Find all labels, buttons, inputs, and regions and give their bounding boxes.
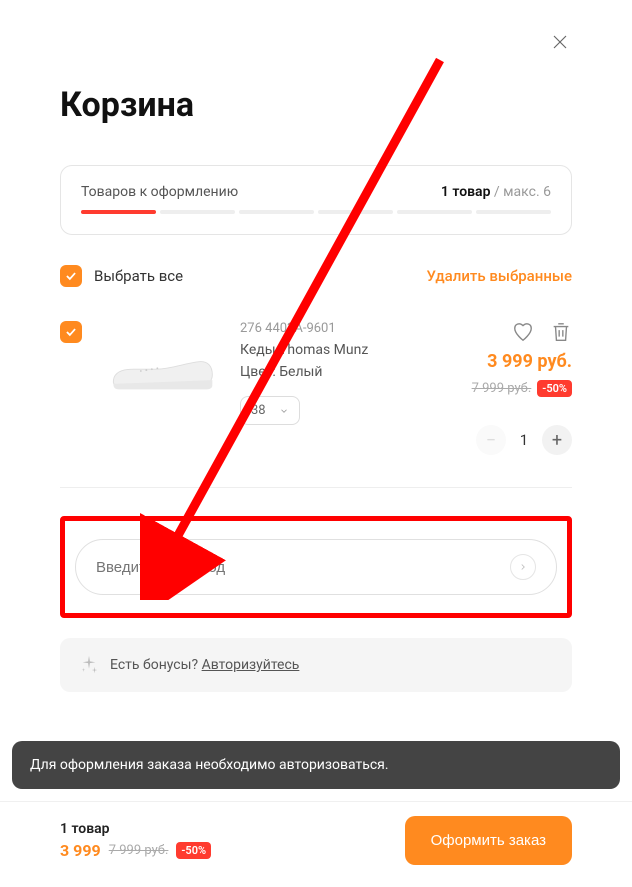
toast-message: Для оформления заказа необходимо авториз…	[30, 757, 389, 773]
promo-input[interactable]	[96, 559, 510, 576]
checkout-button[interactable]: Оформить заказ	[405, 816, 572, 865]
auth-toast: Для оформления заказа необходимо авториз…	[12, 741, 620, 789]
item-checkbox[interactable]	[60, 321, 82, 343]
chevron-down-icon	[279, 406, 289, 416]
page-title: Корзина	[60, 85, 572, 125]
progress-max: / макс. 6	[490, 184, 551, 200]
bonus-text: Есть бонусы?	[110, 657, 202, 673]
sparkle-icon	[78, 654, 100, 676]
favorite-button[interactable]	[512, 321, 534, 343]
chevron-right-icon	[518, 562, 528, 572]
footer-item-count: 1 товар	[60, 821, 211, 837]
footer-bar: 1 товар 3 999 7 999 руб. -50% Оформить з…	[0, 801, 632, 887]
close-button[interactable]	[548, 30, 572, 54]
trash-icon	[550, 321, 572, 343]
footer-price-old: 7 999 руб.	[109, 843, 169, 858]
price-current: 3 999 руб.	[487, 351, 572, 372]
bonus-login-link[interactable]: Авторизуйтесь	[202, 657, 300, 673]
product-sku: 276 4403A-9601	[240, 321, 458, 336]
progress-bar	[81, 210, 551, 214]
cart-item: 276 4403A-9601 Кеды Thomas Munz Цвет: Бе…	[60, 321, 572, 488]
product-name: Кеды Thomas Munz	[240, 342, 458, 358]
quantity-decrease[interactable]: −	[476, 425, 506, 455]
delete-selected-link[interactable]: Удалить выбранные	[427, 267, 572, 285]
progress-count: 1 товар	[441, 184, 491, 200]
footer-price-current: 3 999	[60, 841, 101, 860]
product-color: Цвет: Белый	[240, 364, 458, 380]
quantity-increase[interactable]: +	[542, 425, 572, 455]
size-value: 38	[251, 403, 266, 418]
progress-card: Товаров к оформлению 1 товар / макс. 6	[60, 165, 572, 235]
promo-highlight-box	[60, 516, 572, 618]
size-select[interactable]: 38	[240, 396, 300, 425]
promo-submit[interactable]	[510, 554, 536, 580]
discount-badge: -50%	[537, 380, 572, 397]
bonus-bar: Есть бонусы? Авторизуйтесь	[60, 638, 572, 692]
progress-label: Товаров к оформлению	[81, 184, 238, 200]
quantity-value: 1	[516, 431, 532, 449]
remove-button[interactable]	[550, 321, 572, 343]
select-all-label: Выбрать все	[94, 267, 183, 285]
footer-discount-badge: -50%	[176, 842, 211, 859]
heart-icon	[512, 321, 534, 343]
product-image[interactable]	[96, 321, 226, 421]
price-old: 7 999 руб.	[472, 381, 532, 396]
select-all-checkbox[interactable]	[60, 265, 82, 287]
promo-input-wrap	[75, 539, 557, 595]
